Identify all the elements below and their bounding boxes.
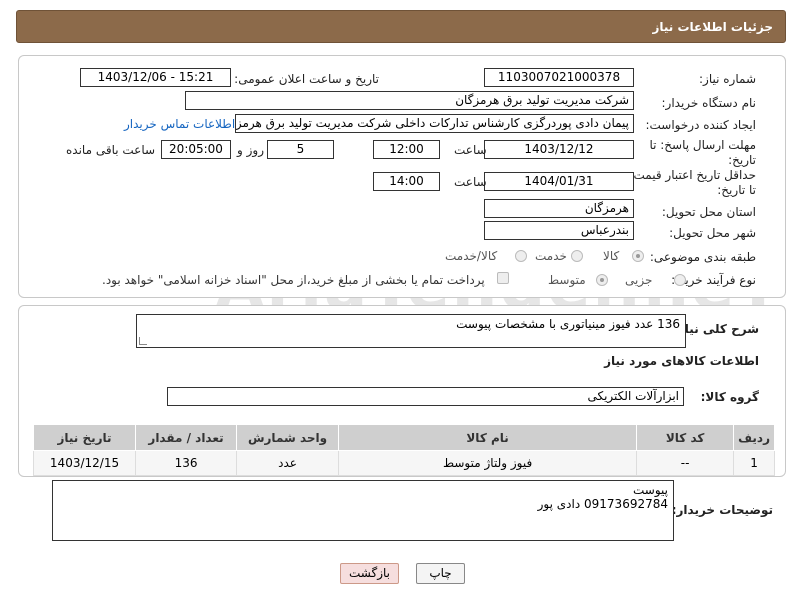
price-validity-time-field[interactable]: 14:00 xyxy=(373,172,440,191)
table-row: 1 -- فیوز ولتاژ متوسط عدد 136 1403/12/15 xyxy=(32,450,775,476)
buyer-org-field[interactable]: شرکت مدیریت تولید برق هرمزگان xyxy=(185,91,634,110)
announce-datetime-label: تاریخ و ساعت اعلان عمومی: xyxy=(234,72,379,86)
col-row-number: ردیف xyxy=(733,424,775,451)
city-field[interactable]: بندرعباس xyxy=(484,221,634,240)
buyer-notes-line-1: پیوست xyxy=(633,483,668,497)
category-option-goods-service: کالا/خدمت xyxy=(445,249,498,263)
page-title: جزئیات اطلاعات نیاز xyxy=(652,20,773,34)
col-need-date: تاریخ نیاز xyxy=(32,424,137,451)
requester-field[interactable]: پیمان دادی پوردرگزی کارشناس تدارکات داخل… xyxy=(235,114,634,133)
category-option-service: خدمت xyxy=(535,249,567,263)
purchase-option-minor: جزیی xyxy=(625,273,653,287)
price-validity-label: حداقل تاریخ اعتبار قیمت: تا تاریخ: xyxy=(629,168,756,197)
category-radio-service[interactable] xyxy=(571,250,583,262)
description-text: 136 عدد فیوز مینیاتوری با مشخصات پیوست xyxy=(456,317,680,331)
category-option-goods: کالا xyxy=(603,249,620,263)
reply-time-field[interactable]: 12:00 xyxy=(373,140,440,159)
cell-item-code: -- xyxy=(636,450,735,476)
buyer-org-label: نام دستگاه خریدار: xyxy=(661,96,757,110)
resize-grip-icon[interactable] xyxy=(139,337,147,345)
table-header-row: ردیف کد کالا نام کالا واحد شمارش تعداد /… xyxy=(32,424,775,451)
category-radio-goods-service[interactable] xyxy=(515,250,527,262)
buyer-notes-line-2: 09173692784 دادی پور xyxy=(537,497,668,511)
cell-need-date: 1403/12/15 xyxy=(32,450,137,476)
cell-row-number: 1 xyxy=(733,450,775,476)
purchase-option-medium: متوسط xyxy=(548,273,586,287)
reply-time-label: ساعت xyxy=(454,143,487,157)
header-bar: جزئیات اطلاعات نیاز xyxy=(16,10,786,43)
cell-unit: عدد xyxy=(236,450,340,476)
goods-group-field[interactable]: ابزارآلات الکتریکی xyxy=(167,387,684,406)
purchase-radio-minor[interactable] xyxy=(674,274,686,286)
category-radio-goods[interactable] xyxy=(632,250,644,262)
cell-item-name: فیوز ولتاژ متوسط xyxy=(338,450,638,476)
print-button[interactable]: چاپ xyxy=(416,563,465,584)
province-label: استان محل تحویل: xyxy=(661,205,756,219)
purchase-radio-medium[interactable] xyxy=(596,274,608,286)
price-validity-date-field[interactable]: 1404/01/31 xyxy=(484,172,634,191)
cell-quantity: 136 xyxy=(135,450,238,476)
col-quantity: تعداد / مقدار xyxy=(135,424,238,451)
col-item-code: کد کالا xyxy=(636,424,735,451)
need-number-label: شماره نیاز: xyxy=(699,72,756,86)
city-label: شهر محل تحویل: xyxy=(669,226,756,240)
buyer-notes-field[interactable]: پیوست 09173692784 دادی پور xyxy=(52,480,674,541)
description-field[interactable]: 136 عدد فیوز مینیاتوری با مشخصات پیوست xyxy=(136,314,686,348)
days-label: روز و xyxy=(237,143,264,157)
remaining-time-field[interactable]: 20:05:00 xyxy=(161,140,231,159)
province-field[interactable]: هرمزگان xyxy=(484,199,634,218)
goods-section-title: اطلاعات کالاهای مورد نیاز xyxy=(604,354,759,368)
announce-datetime-field[interactable]: 1403/12/06 - 15:21 xyxy=(80,68,231,87)
category-label: طبقه بندی موضوعی: xyxy=(649,250,756,264)
buyer-contact-link[interactable]: اطلاعات تماس خریدار xyxy=(124,117,235,131)
treasury-payment-checkbox[interactable] xyxy=(497,272,509,284)
reply-date-field[interactable]: 1403/12/12 xyxy=(484,140,634,159)
goods-table: ردیف کد کالا نام کالا واحد شمارش تعداد /… xyxy=(32,424,775,476)
treasury-payment-note: پرداخت تمام یا بخشی از مبلغ خرید،از محل … xyxy=(102,273,485,287)
days-remaining-field[interactable]: 5 xyxy=(267,140,334,159)
goods-group-label: گروه کالا: xyxy=(700,390,759,404)
price-validity-time-label: ساعت xyxy=(454,175,487,189)
requester-label: ایجاد کننده درخواست: xyxy=(645,118,756,132)
reply-deadline-label: مهلت ارسال پاسخ: تا تاریخ: xyxy=(649,138,756,167)
need-number-field[interactable]: 1103007021000378 xyxy=(484,68,634,87)
back-button[interactable]: بازگشت xyxy=(340,563,399,584)
buyer-notes-label: توضیحات خریدار: xyxy=(671,503,773,517)
col-unit: واحد شمارش xyxy=(236,424,340,451)
col-item-name: نام کالا xyxy=(338,424,638,451)
remaining-label: ساعت باقی مانده xyxy=(66,143,156,157)
